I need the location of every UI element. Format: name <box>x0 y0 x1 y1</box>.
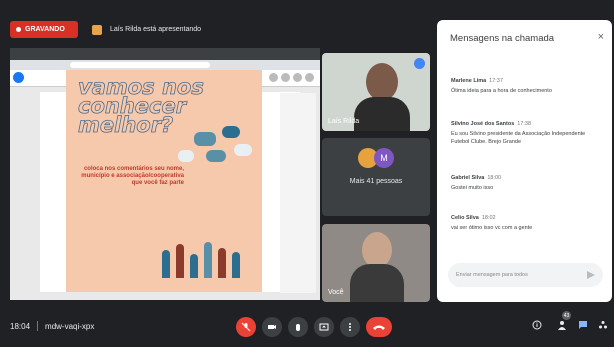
speech-bubble-icon <box>234 144 252 156</box>
more-participants-label: Mais 41 pessoas <box>349 178 403 185</box>
speaking-indicator-icon <box>414 58 425 69</box>
presenting-text: Laís Rilda está apresentando <box>110 26 202 33</box>
chat-message: Marlene Lima 17:37 Ótima ideia para a hor… <box>451 78 601 95</box>
activities-icon[interactable] <box>598 320 608 333</box>
send-icon[interactable] <box>587 271 595 279</box>
message-time: 17:37 <box>489 78 503 84</box>
shared-address-bar <box>70 62 210 68</box>
message-sender: Gabriel Silva <box>451 175 485 181</box>
camera-off-icon <box>268 325 276 329</box>
chat-message: Silvino José dos Santos 17:38 Eu sou Silv… <box>451 121 601 146</box>
meeting-code: mdw-vaqi-xpx <box>45 321 95 331</box>
chat-message: Celio Silva 18:02 vai ser ótimo isso vc c… <box>451 215 601 232</box>
people-count-badge: 43 <box>562 311 571 320</box>
raise-hand-button[interactable] <box>288 317 308 337</box>
message-time: 17:38 <box>517 121 532 127</box>
self-tile[interactable]: Você <box>322 224 430 302</box>
facebook-logo-icon <box>13 72 24 83</box>
speech-bubble-icon <box>194 132 216 146</box>
more-options-icon <box>349 323 351 331</box>
more-options-button[interactable] <box>340 317 360 337</box>
mic-off-icon <box>241 322 251 332</box>
present-icon <box>319 323 329 331</box>
people-icon[interactable] <box>556 320 568 333</box>
self-name: Você <box>328 289 344 296</box>
presenter-tile[interactable]: Laís Rilda <box>322 53 430 131</box>
presenting-indicator: Laís Rilda está apresentando <box>92 21 201 38</box>
avatar-group: M <box>358 148 394 168</box>
top-bar: GRAVANDO Laís Rilda está apresentando <box>0 0 436 42</box>
self-video <box>362 232 392 268</box>
recording-dot-icon <box>16 27 21 32</box>
chat-panel: Mensagens na chamada × Marlene Lima 17:37… <box>437 20 612 302</box>
recording-label: GRAVANDO <box>25 26 65 33</box>
post-subtitle: coloca nos comentários seu nome, municíp… <box>81 166 184 186</box>
message-text: Eu sou Silvino presidente da Associação … <box>451 131 586 145</box>
recording-badge[interactable]: GRAVANDO <box>10 21 78 38</box>
bottom-bar: 18:04 mdw-vaqi-xpx 43 <box>0 305 614 347</box>
presenting-icon <box>92 24 102 35</box>
feed-side-strip <box>280 93 316 293</box>
shared-browser-bar <box>10 48 320 60</box>
raise-hand-icon <box>296 324 300 331</box>
close-icon[interactable]: × <box>598 31 604 43</box>
participant-shoulders <box>354 97 410 131</box>
hang-up-icon <box>373 325 385 330</box>
divider <box>37 321 39 331</box>
mic-toggle-button[interactable] <box>236 317 256 337</box>
facebook-nav-icons <box>269 73 314 82</box>
message-time: 18:02 <box>481 215 496 221</box>
message-text: Ótima ideia para a hora de conhecimento <box>451 88 552 94</box>
chat-panel-title: Mensagens na chamada <box>450 33 555 44</box>
participant-video <box>366 63 398 101</box>
message-text: Gostei muito isso <box>451 185 494 191</box>
speech-bubble-icon <box>206 150 226 162</box>
post-image: vamos nos conhecer melhor? coloca nos co… <box>66 70 262 292</box>
self-shoulders <box>350 264 404 302</box>
camera-toggle-button[interactable] <box>262 317 282 337</box>
speech-bubble-icon <box>178 150 194 162</box>
message-sender: Celio Silva <box>451 215 479 221</box>
people-illustration <box>158 238 248 278</box>
speech-bubble-icon <box>222 126 240 138</box>
info-icon[interactable] <box>532 320 542 333</box>
present-button[interactable] <box>314 317 334 337</box>
message-sender: Marlene Lima <box>451 78 487 84</box>
message-time: 18:00 <box>487 175 502 181</box>
post-title: vamos nos conhecer melhor? <box>78 75 205 137</box>
message-sender: Silvino José dos Santos <box>451 121 515 127</box>
chat-input-placeholder: Enviar mensagem para todos <box>456 272 528 278</box>
chat-icon[interactable] <box>578 320 588 333</box>
chat-input[interactable]: Enviar mensagem para todos <box>448 263 603 287</box>
clock-time: 18:04 <box>10 321 31 331</box>
avatar: M <box>374 148 394 168</box>
message-text: vai ser ótimo isso vc com a gente <box>451 225 533 231</box>
meeting-info: 18:04 mdw-vaqi-xpx <box>10 321 94 331</box>
presenter-name: Laís Rilda <box>328 118 360 125</box>
more-participants-tile[interactable]: M Mais 41 pessoas <box>322 138 430 216</box>
chat-message: Gabriel Silva 18:00 Gostei muito isso <box>451 175 601 192</box>
hang-up-button[interactable] <box>366 317 392 337</box>
